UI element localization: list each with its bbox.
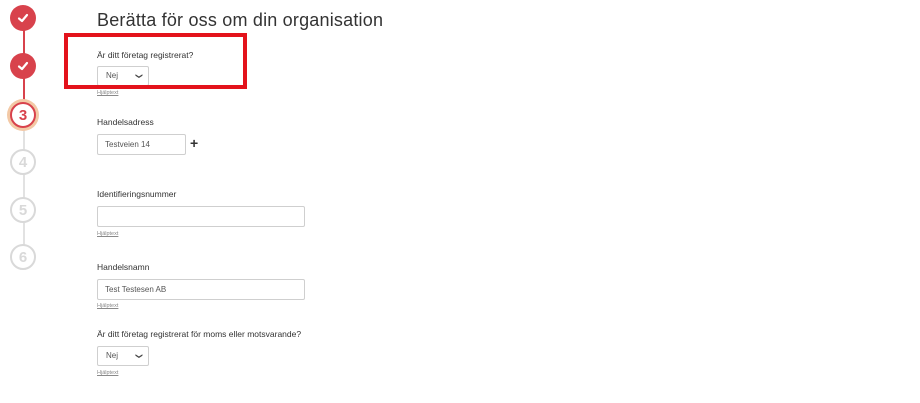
- vat-registered-help-link[interactable]: Hjälptext: [97, 370, 118, 376]
- vat-registered-select-value: Nej: [106, 351, 119, 360]
- step-5[interactable]: 5: [10, 197, 36, 223]
- id-number-label: Identifieringsnummer: [97, 189, 177, 199]
- registered-help-link[interactable]: Hjälptext: [97, 90, 118, 96]
- step-4[interactable]: 4: [10, 149, 36, 175]
- highlight-box: [64, 33, 247, 89]
- step-number: 6: [18, 248, 28, 266]
- add-address-plus-icon[interactable]: +: [190, 135, 198, 151]
- trade-address-label: Handelsadress: [97, 117, 154, 127]
- step-1-completed[interactable]: [10, 5, 36, 31]
- page-title: Berätta för oss om din organisation: [97, 10, 384, 30]
- stepper-line-pending: [23, 126, 25, 256]
- trade-address-input[interactable]: Testveien 14: [97, 134, 186, 155]
- trade-name-input[interactable]: Test Testesen AB: [97, 279, 305, 300]
- trade-name-label: Handelsnamn: [97, 262, 150, 272]
- step-6[interactable]: 6: [10, 244, 36, 270]
- vat-registered-select[interactable]: Nej ❯: [97, 346, 149, 366]
- step-number: 3: [18, 106, 28, 124]
- step-number: 5: [18, 201, 28, 219]
- trade-address-value: Testveien 14: [105, 140, 150, 149]
- trade-name-help-link[interactable]: Hjälptext: [97, 303, 118, 309]
- checkmark-icon: [17, 13, 29, 23]
- step-3-current[interactable]: 3: [10, 102, 36, 128]
- trade-name-value: Test Testesen AB: [105, 285, 167, 294]
- progress-stepper: 3 4 5 6: [0, 0, 50, 403]
- step-2-completed[interactable]: [10, 53, 36, 79]
- vat-registered-label: Är ditt företag registrerat för moms ell…: [97, 329, 302, 339]
- id-number-help-link[interactable]: Hjälptext: [97, 231, 118, 237]
- chevron-down-icon: ❯: [135, 353, 143, 359]
- step-number: 4: [18, 153, 28, 171]
- id-number-input[interactable]: [97, 206, 305, 227]
- checkmark-icon: [17, 61, 29, 71]
